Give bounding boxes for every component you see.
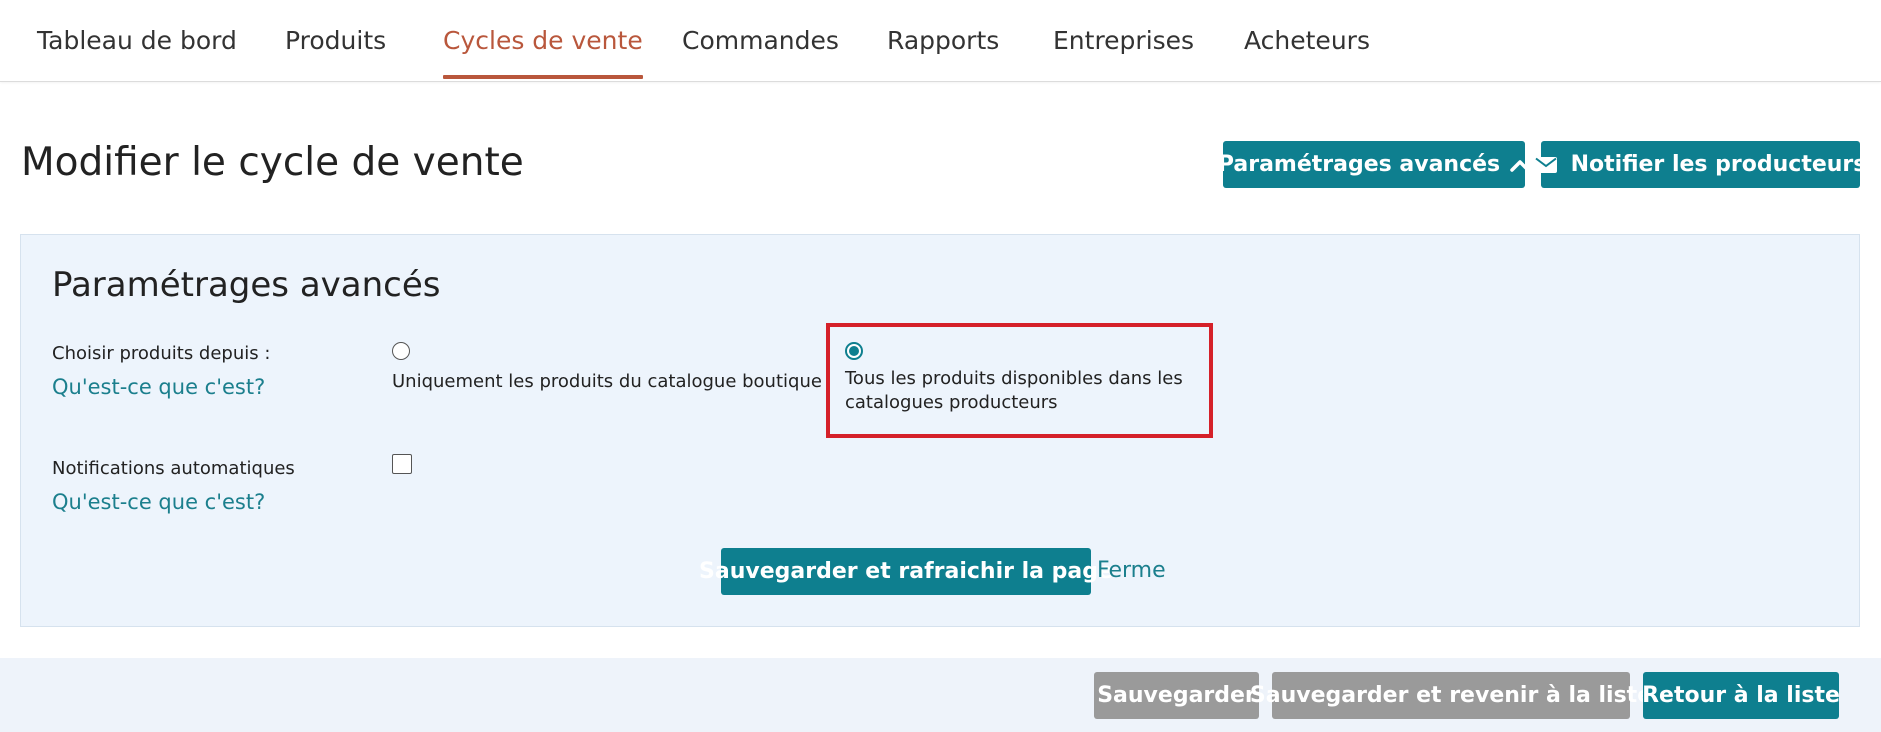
radio-shop-catalogue-only[interactable]	[392, 342, 410, 360]
save-and-back-label: Sauvegarder et revenir à la liste	[1249, 683, 1653, 708]
page-title: Modifier le cycle de vente	[21, 140, 524, 185]
tab-label: Entreprises	[1053, 26, 1195, 55]
auto-notifications-checkbox[interactable]	[392, 454, 412, 474]
tab-label: Cycles de vente	[443, 26, 643, 55]
products-from-help-link[interactable]: Qu'est-ce que c'est?	[52, 375, 265, 399]
bottom-action-bar: Sauvegarder Sauvegarder et revenir à la …	[0, 658, 1881, 732]
tab-rapports[interactable]: Rapports	[887, 26, 999, 55]
advanced-settings-button[interactable]: Paramétrages avancés	[1218, 141, 1530, 188]
tab-tableau-de-bord[interactable]: Tableau de bord	[37, 26, 237, 55]
radio-all-producer-products-label: Tous les produits disponibles dans les c…	[845, 368, 1183, 413]
envelope-icon	[1534, 156, 1557, 173]
back-to-list-button[interactable]: Retour à la liste	[1642, 672, 1840, 719]
tab-label: Tableau de bord	[37, 26, 237, 55]
chevron-up-icon	[1510, 158, 1530, 172]
tab-commandes[interactable]: Commandes	[682, 26, 839, 55]
top-navigation: Tableau de bord Produits Cycles de vente…	[0, 0, 1881, 82]
tab-label: Acheteurs	[1244, 26, 1370, 55]
auto-notifications-label: Notifications automatiques	[52, 458, 295, 479]
notify-producers-label: Notifier les producteurs	[1570, 152, 1867, 177]
tab-entreprises[interactable]: Entreprises	[1053, 26, 1194, 55]
radio-all-producer-products[interactable]	[845, 342, 863, 360]
advanced-settings-label: Paramétrages avancés	[1217, 152, 1501, 177]
tab-acheteurs[interactable]: Acheteurs	[1244, 26, 1370, 55]
tab-label: Rapports	[887, 26, 1000, 55]
save-and-refresh-button[interactable]: Sauvegarder et rafraichir la page	[699, 548, 1113, 595]
save-label: Sauvegarder	[1097, 683, 1256, 708]
auto-notifications-help-link[interactable]: Qu'est-ce que c'est?	[52, 490, 265, 514]
save-button[interactable]: Sauvegarder	[1094, 672, 1259, 719]
radio-shop-catalogue-only-label: Uniquement les produits du catalogue bou…	[392, 371, 822, 392]
active-tab-indicator	[443, 75, 643, 79]
panel-title: Paramétrages avancés	[52, 265, 441, 305]
notify-producers-button[interactable]: Notifier les producteurs	[1534, 141, 1866, 188]
tab-cycles-de-vente[interactable]: Cycles de vente	[443, 26, 643, 79]
advanced-settings-panel: Paramétrages avancés Choisir produits de…	[20, 234, 1860, 627]
products-from-label: Choisir produits depuis :	[52, 343, 271, 364]
save-and-back-button[interactable]: Sauvegarder et revenir à la liste	[1250, 672, 1652, 719]
tab-label: Produits	[285, 26, 387, 55]
save-and-refresh-label: Sauvegarder et rafraichir la page	[699, 559, 1113, 584]
close-link[interactable]: Ferme	[1097, 558, 1166, 583]
tab-produits[interactable]: Produits	[285, 26, 386, 55]
tab-label: Commandes	[682, 26, 839, 55]
back-to-list-label: Retour à la liste	[1642, 683, 1840, 708]
